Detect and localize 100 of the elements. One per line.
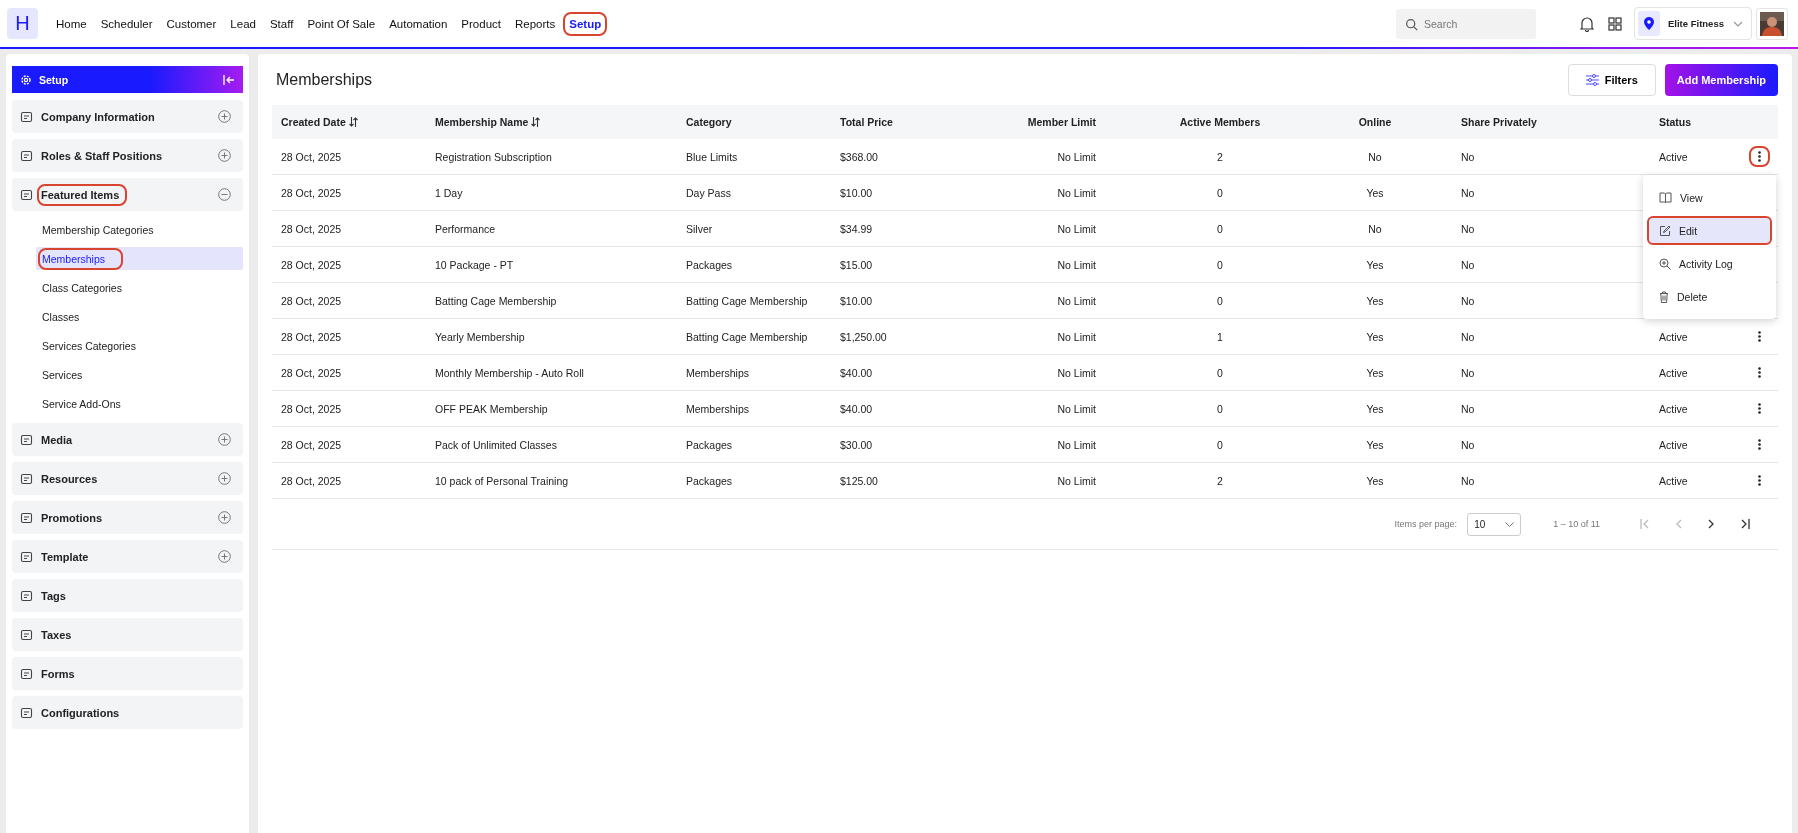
menu-item[interactable]: Delete bbox=[1647, 282, 1772, 311]
table-cell: Active bbox=[1659, 150, 1688, 163]
chevron-down-icon bbox=[1733, 20, 1743, 27]
nav-item[interactable]: Product bbox=[455, 11, 507, 36]
sidebar-section[interactable]: Roles & Staff Positions bbox=[12, 139, 243, 172]
nav-item[interactable]: Reports bbox=[509, 11, 562, 36]
table-cell: Performance bbox=[435, 222, 496, 235]
table-cell: No bbox=[1368, 222, 1382, 235]
table-cell: Batting Cage Membership bbox=[686, 330, 808, 343]
table-cell: Active bbox=[1659, 330, 1688, 343]
nav-item[interactable]: Staff bbox=[263, 11, 300, 36]
collapse-icon[interactable] bbox=[218, 188, 231, 201]
table-cell: 1 Day bbox=[435, 186, 463, 199]
sidebar-section[interactable]: Taxes bbox=[12, 618, 243, 651]
nav-item[interactable]: Customer bbox=[160, 11, 223, 36]
sidebar-item[interactable]: Services Categories bbox=[36, 334, 243, 357]
table-cell: OFF PEAK Membership bbox=[435, 402, 548, 415]
sidebar-section[interactable]: Configurations bbox=[12, 696, 243, 729]
expand-icon[interactable] bbox=[218, 511, 231, 524]
sidebar-section[interactable]: Resources bbox=[12, 462, 243, 495]
table-cell: $10.00 bbox=[840, 186, 873, 199]
sliders-icon bbox=[1585, 74, 1599, 86]
menu-item[interactable]: Activity Log bbox=[1647, 249, 1772, 278]
table-cell: 28 Oct, 2025 bbox=[281, 438, 342, 451]
sidebar-section[interactable]: Forms bbox=[12, 657, 243, 690]
table-cell: Batting Cage Membership bbox=[686, 294, 808, 307]
edit-icon bbox=[1659, 224, 1671, 237]
table-cell: No Limit bbox=[1057, 294, 1096, 307]
table-cell: Packages bbox=[686, 438, 733, 451]
table-cell: $15.00 bbox=[840, 258, 873, 271]
nav-item[interactable]: Lead bbox=[224, 11, 262, 36]
page-range: 1 – 10 of 11 bbox=[1553, 519, 1600, 529]
add-membership-button[interactable]: Add Membership bbox=[1664, 64, 1778, 96]
nav-item[interactable]: Point Of Sale bbox=[301, 11, 382, 36]
next-page-icon[interactable] bbox=[1708, 519, 1714, 529]
table-cell: 28 Oct, 2025 bbox=[281, 222, 342, 235]
location-select[interactable]: Elite Fitness bbox=[1634, 7, 1752, 40]
sidebar-section[interactable]: Featured Items bbox=[12, 178, 243, 211]
bell-icon[interactable] bbox=[1580, 15, 1594, 32]
sort-icon[interactable] bbox=[348, 117, 358, 127]
items-per-page-label: Items per page: bbox=[1394, 519, 1458, 529]
table-cell: $125.00 bbox=[840, 474, 878, 487]
section-label: Resources bbox=[40, 471, 99, 487]
sidebar-section[interactable]: Company Information bbox=[12, 100, 243, 133]
expand-icon[interactable] bbox=[218, 149, 231, 162]
section-icon bbox=[20, 149, 33, 162]
table-cell: No bbox=[1461, 474, 1475, 487]
expand-icon[interactable] bbox=[218, 550, 231, 563]
sidebar-section[interactable]: Promotions bbox=[12, 501, 243, 534]
filters-button[interactable]: Filters bbox=[1567, 64, 1656, 96]
search-field[interactable]: Search bbox=[1396, 8, 1536, 39]
table-cell: No bbox=[1461, 366, 1475, 379]
section-label: Template bbox=[40, 549, 90, 565]
table-cell: $40.00 bbox=[840, 366, 873, 379]
sidebar-item[interactable]: Services bbox=[36, 363, 243, 386]
sidebar-item[interactable]: Memberships bbox=[36, 247, 243, 270]
page-size-select[interactable]: 10 bbox=[1467, 512, 1522, 536]
nav-item[interactable]: Automation bbox=[383, 11, 454, 36]
column-header: Total Price bbox=[831, 105, 1001, 139]
more-options-button[interactable] bbox=[1749, 146, 1770, 167]
sidebar-item[interactable]: Membership Categories bbox=[36, 218, 243, 241]
table-cell: Day Pass bbox=[686, 186, 731, 199]
menu-item[interactable]: Edit bbox=[1647, 216, 1772, 245]
section-label: Company Information bbox=[40, 109, 156, 125]
sidebar-item[interactable]: Service Add-Ons bbox=[36, 392, 243, 415]
column-header: Created Date bbox=[272, 105, 426, 139]
table-cell: No Limit bbox=[1057, 222, 1096, 235]
nav-item[interactable]: Home bbox=[50, 11, 93, 36]
trash-icon bbox=[1659, 290, 1669, 303]
expand-icon[interactable] bbox=[218, 472, 231, 485]
table-cell: 0 bbox=[1217, 294, 1223, 307]
table-cell: No bbox=[1461, 294, 1475, 307]
section-icon bbox=[20, 511, 33, 524]
table-cell: No Limit bbox=[1057, 402, 1096, 415]
location-pin-icon bbox=[1644, 17, 1654, 30]
menu-item[interactable]: View bbox=[1647, 183, 1772, 212]
section-label: Roles & Staff Positions bbox=[40, 148, 164, 164]
nav-item[interactable]: Setup bbox=[563, 11, 608, 36]
grid-icon[interactable] bbox=[1608, 16, 1622, 31]
nav-item[interactable]: Scheduler bbox=[94, 11, 159, 36]
table-cell: 10 pack of Personal Training bbox=[435, 474, 569, 487]
more-icon bbox=[1758, 475, 1761, 486]
sidebar-item[interactable]: Classes bbox=[36, 305, 243, 328]
sidebar-section[interactable]: Template bbox=[12, 540, 243, 573]
section-icon bbox=[20, 433, 33, 446]
more-icon bbox=[1758, 403, 1761, 414]
expand-icon[interactable] bbox=[218, 110, 231, 123]
expand-icon[interactable] bbox=[218, 433, 231, 446]
sidebar-section[interactable]: Media bbox=[12, 423, 243, 456]
sidebar-section[interactable]: Tags bbox=[12, 579, 243, 612]
table-cell: 28 Oct, 2025 bbox=[281, 150, 342, 163]
sidebar-item[interactable]: Class Categories bbox=[36, 276, 243, 299]
table-cell: $368.00 bbox=[840, 150, 878, 163]
last-page-icon[interactable] bbox=[1740, 519, 1750, 529]
section-icon bbox=[20, 706, 33, 719]
zoom-in-icon bbox=[1659, 257, 1671, 270]
table-cell: Yes bbox=[1366, 294, 1384, 307]
sort-icon[interactable] bbox=[531, 117, 541, 127]
table-cell: No Limit bbox=[1057, 366, 1096, 379]
logo[interactable]: H bbox=[7, 8, 38, 39]
